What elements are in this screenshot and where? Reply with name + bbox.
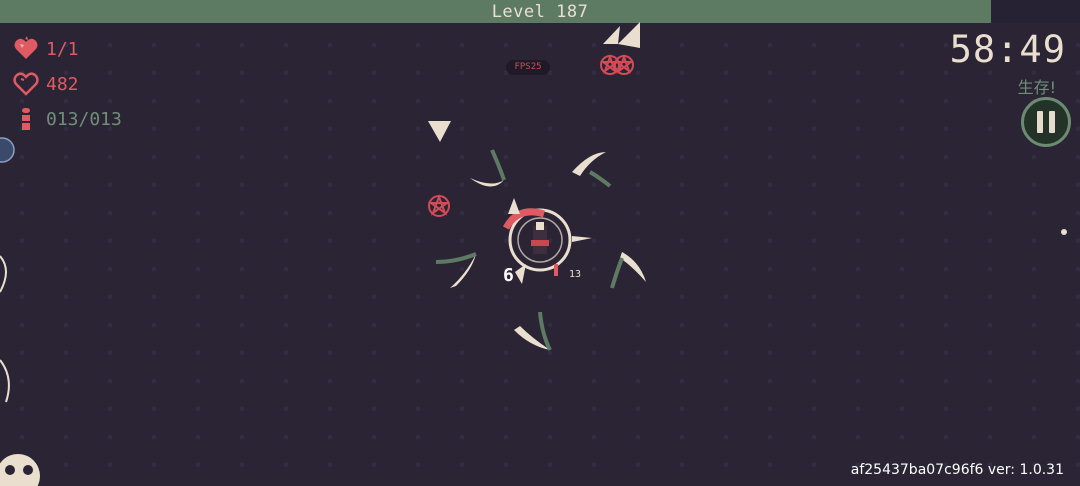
- pentagram-enemy: [427, 194, 451, 217]
- orbiting-scythe: [435, 252, 477, 288]
- arrow-enemy: [428, 121, 451, 142]
- orbiting-scythe: [514, 311, 552, 351]
- pentagram-enemy: [600, 54, 634, 75]
- offscreen-enemy-indicator: [0, 255, 7, 293]
- damage-number: 6: [503, 265, 514, 286]
- offscreen-enemy-indicator: [603, 22, 640, 48]
- orbiting-scythe: [470, 149, 506, 187]
- game-scene: [0, 22, 1067, 486]
- offscreen-creature: [0, 454, 40, 486]
- offscreen-enemy-indicator: [0, 359, 10, 403]
- damage-number-small: 13: [569, 269, 582, 280]
- ammo-marker: [554, 264, 558, 276]
- orbiting-scythe: [610, 252, 646, 289]
- offscreen-orb: [0, 137, 15, 163]
- version-label: af25437ba07c96f6 ver: 1.0.31: [850, 462, 1064, 478]
- orbiting-scythe: [572, 152, 612, 188]
- xp-orb: [1061, 229, 1067, 235]
